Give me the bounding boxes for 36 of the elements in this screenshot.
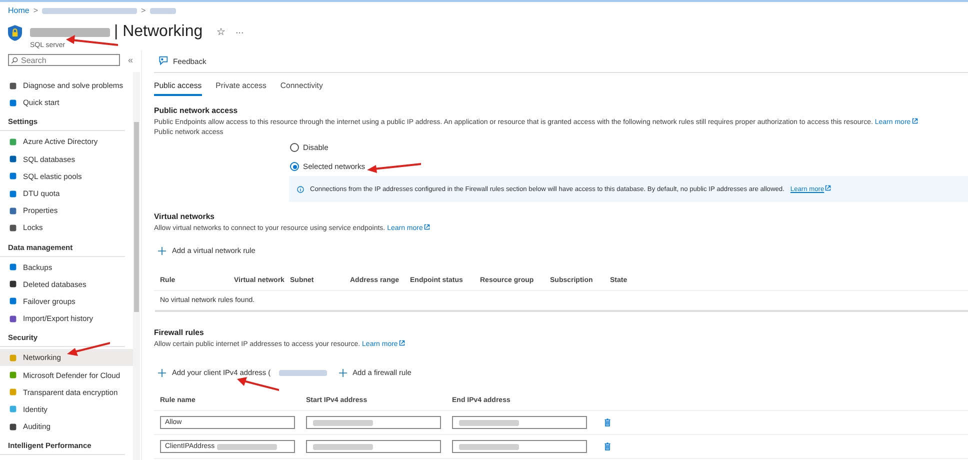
redacted-ip-address <box>278 370 327 376</box>
start-ip-field[interactable] <box>306 416 441 429</box>
plus-icon <box>158 246 166 254</box>
delete-icon[interactable] <box>604 442 611 451</box>
breadcrumb-separator: > <box>141 6 146 15</box>
annotation-arrow <box>237 377 279 391</box>
scrollbar[interactable] <box>133 72 140 460</box>
start-ip-field[interactable] <box>306 440 441 453</box>
redacted-text <box>313 420 373 426</box>
breadcrumb-home[interactable]: Home <box>8 6 30 15</box>
redacted-text <box>459 444 519 450</box>
external-link-icon <box>398 340 405 346</box>
radio-button[interactable] <box>290 162 299 171</box>
favorite-star[interactable]: ☆ <box>216 26 226 38</box>
page-title: | Networking <box>114 23 203 41</box>
breadcrumb-separator: > <box>33 6 38 15</box>
end-ip-field[interactable] <box>452 416 587 429</box>
end-ip-field[interactable] <box>452 440 587 453</box>
plus-icon <box>158 368 166 376</box>
annotation-arrow <box>66 35 118 46</box>
plus-icon <box>338 368 347 376</box>
external-link-icon <box>424 224 430 230</box>
feedback-icon <box>158 56 168 66</box>
redacted-text <box>459 420 519 426</box>
annotation-arrow <box>367 163 421 173</box>
external-link-icon <box>912 118 918 124</box>
delete-icon[interactable] <box>604 418 611 427</box>
collapse-button[interactable]: « <box>128 55 134 65</box>
annotation-arrow <box>67 342 110 356</box>
radio-button[interactable] <box>290 143 299 152</box>
redacted-breadcrumb <box>150 8 176 14</box>
more-button[interactable]: ··· <box>236 28 244 36</box>
external-link-icon <box>825 185 832 191</box>
info-icon <box>297 186 304 192</box>
search-field[interactable]: Search <box>8 54 120 66</box>
redacted-text <box>313 444 373 450</box>
